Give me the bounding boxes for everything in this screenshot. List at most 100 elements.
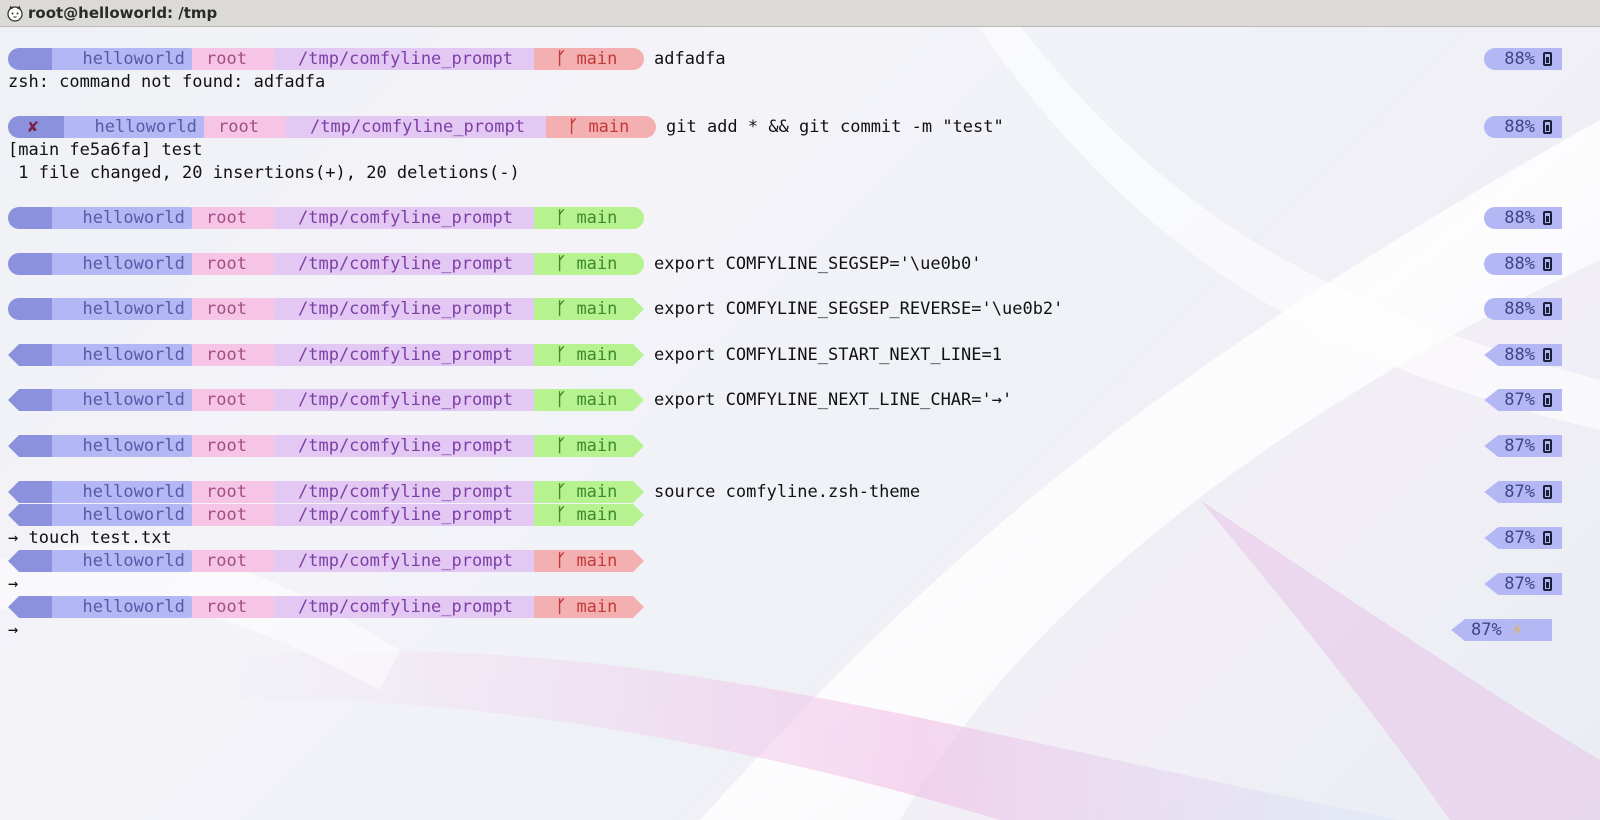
title-bar[interactable]: root@helloworld: /tmp	[0, 0, 1600, 27]
path-segment: /tmp/comfyline_prompt	[274, 253, 544, 275]
battery-indicator: 87%	[1484, 389, 1562, 411]
battery-indicator: 88%	[1484, 344, 1562, 366]
battery-indicator: 88%	[1484, 116, 1562, 138]
window-title: root@helloworld: /tmp	[28, 4, 218, 22]
git-branch-icon: ᚴ	[556, 299, 577, 319]
git-branch-icon: ᚴ	[556, 551, 577, 571]
battery-icon	[1543, 348, 1552, 362]
output-line: → 87% ⚡	[8, 619, 1592, 641]
branch-name: main	[576, 49, 618, 69]
git-branch-icon: ᚴ	[556, 254, 577, 274]
path-segment: /tmp/comfyline_prompt	[274, 504, 544, 526]
command-text: export COMFYLINE_NEXT_LINE_CHAR='→'	[654, 390, 1013, 410]
prompt-line: helloworld root/tmp/comfyline_prompt ᚴ mai…	[8, 207, 1592, 229]
battery-percent: 87%	[1504, 574, 1535, 594]
user-segment: root	[204, 116, 296, 138]
prompt-line: helloworld root/tmp/comfyline_prompt ᚴ mai…	[8, 596, 1592, 618]
battery-indicator: 88%	[1484, 253, 1562, 275]
battery-icon	[1543, 52, 1552, 66]
output-line: zsh: command not found: adfadfa	[8, 71, 1592, 93]
git-branch-icon: ᚴ	[556, 597, 577, 617]
battery-icon	[1543, 531, 1552, 545]
path-segment: /tmp/comfyline_prompt	[274, 389, 544, 411]
branch-name: main	[576, 390, 618, 410]
charging-bolt-icon: ⚡	[1511, 620, 1522, 640]
git-branch-icon: ᚴ	[556, 482, 577, 502]
git-branch-icon: ᚴ	[568, 117, 589, 137]
battery-percent: 88%	[1504, 208, 1535, 228]
git-branch-segment: ᚴ main	[534, 344, 644, 366]
command-text: adfadfa	[654, 49, 726, 69]
battery-indicator: 87%	[1484, 527, 1562, 549]
host-segment: helloworld	[64, 116, 214, 138]
host-segment: helloworld	[52, 253, 202, 275]
path-segment: /tmp/comfyline_prompt	[274, 207, 544, 229]
git-branch-segment: ᚴ main	[534, 504, 644, 526]
host-segment: helloworld	[52, 298, 202, 320]
prompt-line: helloworld root/tmp/comfyline_prompt ᚴ mai…	[8, 253, 1592, 275]
git-branch-segment: ᚴ main	[534, 596, 644, 618]
branch-name: main	[576, 551, 618, 571]
git-branch-segment: ᚴ main	[534, 389, 644, 411]
output-text: 1 file changed, 20 insertions(+), 20 del…	[8, 163, 520, 183]
battery-icon	[1543, 393, 1552, 407]
output-text: zsh: command not found: adfadfa	[8, 72, 326, 92]
git-branch-segment: ᚴ main	[534, 435, 644, 457]
branch-name: main	[576, 505, 618, 525]
host-segment: helloworld	[52, 48, 202, 70]
battery-percent: 87%	[1504, 390, 1535, 410]
prompt-line: helloworld root/tmp/comfyline_prompt ᚴ mai…	[8, 504, 1592, 526]
battery-icon	[1543, 485, 1552, 499]
user-segment: root	[192, 207, 284, 229]
user-segment: root	[192, 550, 284, 572]
user-segment: root	[192, 253, 284, 275]
git-branch-icon: ᚴ	[556, 436, 577, 456]
prompt-line: helloworld root/tmp/comfyline_prompt ᚴ mai…	[8, 298, 1592, 320]
battery-percent: 88%	[1504, 254, 1535, 274]
battery-percent: 87%	[1504, 436, 1535, 456]
battery-indicator: 88%	[1484, 207, 1562, 229]
host-segment: helloworld	[52, 504, 202, 526]
user-segment: root	[192, 481, 284, 503]
output-text: →	[8, 620, 19, 640]
git-branch-segment: ᚴ main	[534, 550, 644, 572]
output-line: [main fe5a6fa] test	[8, 139, 1592, 161]
user-segment: root	[192, 504, 284, 526]
user-segment: root	[192, 298, 284, 320]
output-text: → touch test.txt	[8, 528, 172, 548]
git-branch-icon: ᚴ	[556, 208, 577, 228]
host-segment: helloworld	[52, 389, 202, 411]
git-branch-icon: ᚴ	[556, 505, 577, 525]
host-segment: helloworld	[52, 435, 202, 457]
battery-indicator: 87% ⚡	[1451, 619, 1552, 641]
user-segment: root	[192, 48, 284, 70]
output-text: →	[8, 574, 19, 594]
git-branch-icon: ᚴ	[556, 390, 577, 410]
battery-percent: 87%	[1504, 482, 1535, 502]
user-segment: root	[192, 389, 284, 411]
prompt-line: helloworld root/tmp/comfyline_prompt ᚴ mai…	[8, 344, 1592, 366]
git-branch-segment: ᚴ main	[534, 48, 644, 70]
battery-percent: 87%	[1504, 528, 1535, 548]
command-text: export COMFYLINE_SEGSEP_REVERSE='\ue0b2'	[654, 299, 1064, 319]
path-segment: /tmp/comfyline_prompt	[274, 48, 544, 70]
battery-icon	[1543, 211, 1552, 225]
battery-indicator: 88%	[1484, 48, 1562, 70]
command-text: export COMFYLINE_SEGSEP='\ue0b0'	[654, 254, 982, 274]
branch-name: main	[576, 345, 618, 365]
battery-percent: 88%	[1504, 299, 1535, 319]
terminal-content[interactable]: helloworld root/tmp/comfyline_prompt ᚴ mai…	[8, 48, 1592, 808]
branch-name: main	[576, 299, 618, 319]
battery-icon	[1543, 120, 1552, 134]
path-segment: /tmp/comfyline_prompt	[274, 481, 544, 503]
git-branch-icon: ᚴ	[556, 49, 577, 69]
host-segment: helloworld	[52, 596, 202, 618]
command-text: git add * && git commit -m "test"	[666, 117, 1004, 137]
prompt-line: helloworld root/tmp/comfyline_prompt ᚴ mai…	[8, 550, 1592, 572]
git-branch-segment: ᚴ main	[534, 207, 644, 229]
battery-icon	[1543, 302, 1552, 316]
battery-percent: 88%	[1504, 49, 1535, 69]
output-line: → 87%	[8, 573, 1592, 595]
host-segment: helloworld	[52, 550, 202, 572]
branch-name: main	[576, 436, 618, 456]
